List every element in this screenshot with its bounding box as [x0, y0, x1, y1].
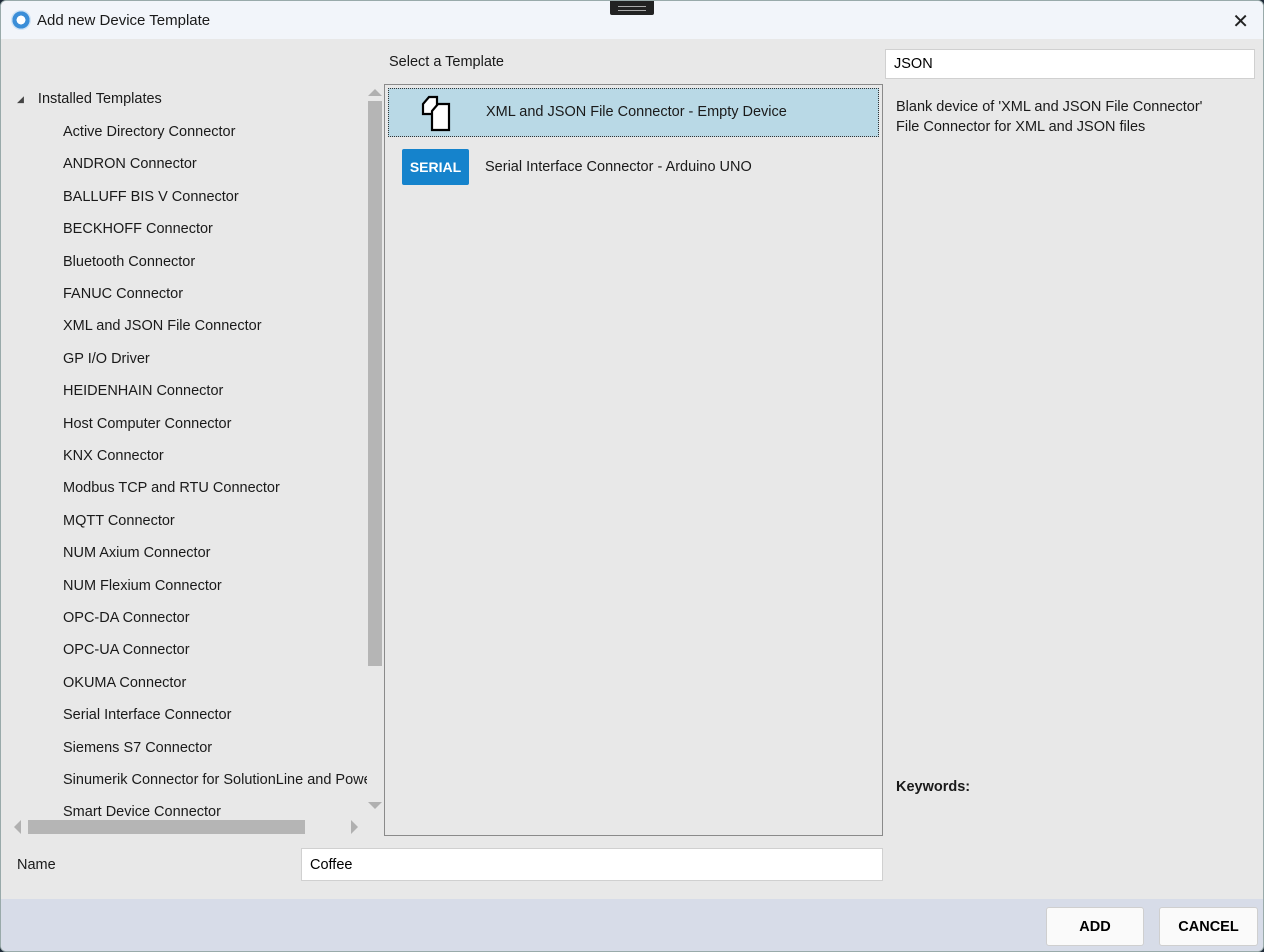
tree-item[interactable]: Bluetooth Connector	[63, 254, 367, 270]
tree-item[interactable]: Smart Device Connector	[63, 804, 367, 817]
tree-item[interactable]: MQTT Connector	[63, 513, 367, 529]
tree-item[interactable]: KNX Connector	[63, 448, 367, 464]
description-line: File Connector for XML and JSON files	[896, 119, 1146, 135]
tree-item[interactable]: XML and JSON File Connector	[63, 318, 367, 334]
add-button[interactable]: ADD	[1046, 907, 1144, 946]
name-label: Name	[17, 857, 56, 873]
tree-item[interactable]: HEIDENHAIN Connector	[63, 383, 367, 399]
template-label: Serial Interface Connector - Arduino UNO	[485, 159, 752, 175]
scroll-left-icon[interactable]	[7, 820, 21, 834]
cancel-button[interactable]: CANCEL	[1159, 907, 1258, 946]
tree-item[interactable]: NUM Axium Connector	[63, 545, 367, 561]
tree-item[interactable]: Modbus TCP and RTU Connector	[63, 480, 367, 496]
search-input[interactable]	[885, 49, 1255, 79]
tree-item[interactable]: NUM Flexium Connector	[63, 578, 367, 594]
drag-grip[interactable]	[610, 1, 654, 15]
serial-badge: SERIAL	[402, 149, 469, 185]
templates-heading: Select a Template	[389, 54, 504, 70]
tree-item[interactable]: ANDRON Connector	[63, 156, 367, 172]
tree-item[interactable]: FANUC Connector	[63, 286, 367, 302]
template-description: Blank device of 'XML and JSON File Conne…	[896, 97, 1202, 137]
tree-item[interactable]: Serial Interface Connector	[63, 707, 367, 723]
horizontal-scrollbar[interactable]	[13, 819, 363, 835]
close-icon[interactable]: ✕	[1232, 9, 1249, 34]
vertical-scrollbar[interactable]	[367, 87, 383, 816]
vertical-scroll-thumb[interactable]	[368, 101, 382, 666]
tree-item[interactable]: GP I/O Driver	[63, 351, 367, 367]
dialog-window: Add new Device Template ✕ ◢ Installed Te…	[0, 0, 1264, 952]
name-input[interactable]	[301, 848, 883, 881]
template-item-xml-json[interactable]: XML and JSON File Connector - Empty Devi…	[388, 88, 879, 137]
horizontal-scroll-thumb[interactable]	[28, 820, 305, 834]
scroll-down-icon[interactable]	[368, 802, 382, 816]
template-item-serial[interactable]: SERIAL Serial Interface Connector - Ardu…	[385, 141, 882, 195]
tree-item[interactable]: Siemens S7 Connector	[63, 740, 367, 756]
tree-item[interactable]: Active Directory Connector	[63, 124, 367, 140]
tree-item[interactable]: OPC-DA Connector	[63, 610, 367, 626]
tree-item[interactable]: BALLUFF BIS V Connector	[63, 189, 367, 205]
tree-item[interactable]: BECKHOFF Connector	[63, 221, 367, 237]
tree-item[interactable]: OKUMA Connector	[63, 675, 367, 691]
files-icon	[421, 95, 451, 132]
scroll-up-icon[interactable]	[368, 82, 382, 96]
template-list: XML and JSON File Connector - Empty Devi…	[384, 84, 883, 836]
tree-item[interactable]: Host Computer Connector	[63, 416, 367, 432]
scroll-right-icon[interactable]	[351, 820, 365, 834]
tree-item[interactable]: OPC-UA Connector	[63, 642, 367, 658]
description-line: Blank device of 'XML and JSON File Conne…	[896, 99, 1203, 115]
tree-item[interactable]: Sinumerik Connector for SolutionLine and…	[63, 772, 367, 788]
template-label: XML and JSON File Connector - Empty Devi…	[486, 104, 787, 120]
keywords-label: Keywords:	[896, 779, 971, 795]
